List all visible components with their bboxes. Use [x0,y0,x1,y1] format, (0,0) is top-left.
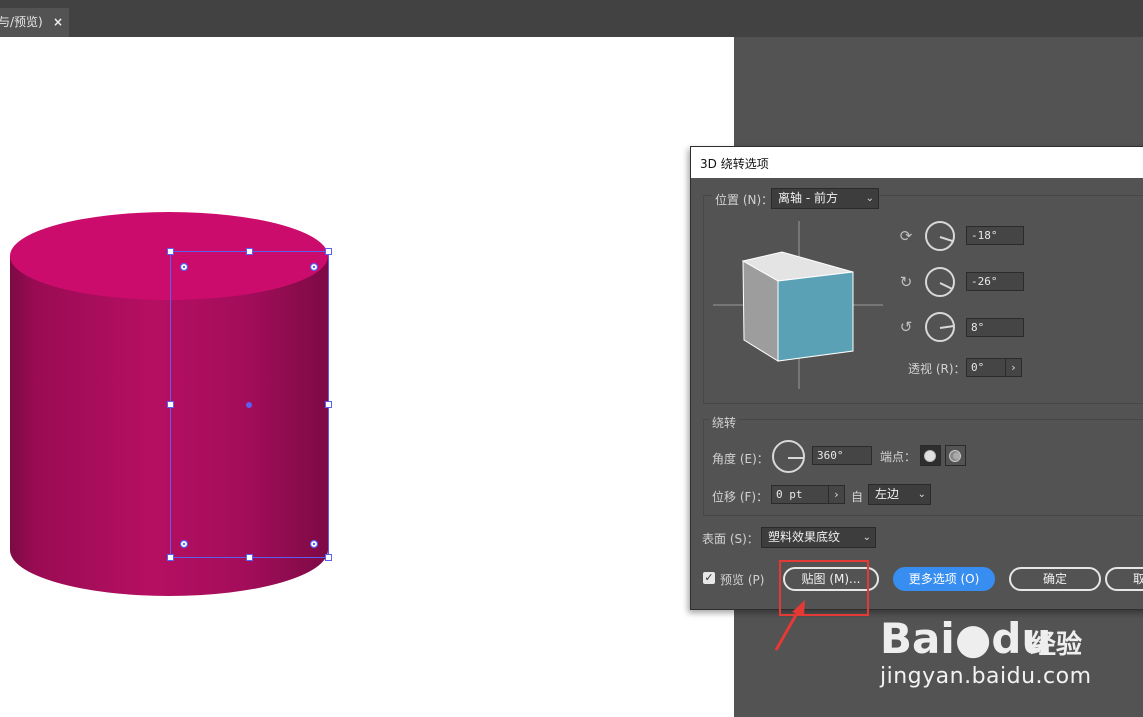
cylinder-artwork[interactable] [0,37,734,717]
document-tab-bar: 与/预览) × [0,8,1143,37]
angle-input[interactable]: 360° [812,446,872,465]
cap-label: 端点： [880,450,917,464]
position-label: 位置 (N)： [712,191,777,208]
watermark-product: 经验 [1030,630,1083,660]
rotate-y-dial[interactable] [925,267,955,297]
rotate-z-dial[interactable] [925,312,955,342]
3d-revolve-dialog: 3D 绕转选项 位置 (N)： 离轴 - 前方 ⌄ ⟳ -18° ↻ -26° … [690,146,1143,610]
rotate-z-icon: ↺ [899,318,913,336]
surface-dropdown[interactable]: 塑料效果底纹 ⌄ [761,527,876,548]
from-dropdown-value: 左边 [875,487,900,501]
orientation-cube-widget[interactable] [713,219,883,391]
preview-checkbox[interactable]: ✓ [703,572,715,584]
offset-label: 位移 (F)： [712,490,769,504]
angle-label: 角度 (E)： [712,452,769,466]
rotate-y-input[interactable]: -26° [966,272,1024,291]
surface-label: 表面 (S)： [702,532,759,546]
angle-dial[interactable] [772,440,805,473]
cube-front-face [777,271,854,362]
cap-on-button[interactable] [920,445,941,466]
chevron-down-icon: ⌄ [862,532,871,543]
perspective-input[interactable]: 0° [966,358,1006,377]
artboard-canvas[interactable] [0,37,734,717]
cap-off-button[interactable] [945,445,966,466]
chevron-down-icon: ⌄ [865,193,874,204]
perspective-label: 透视 (R)： [908,362,966,376]
dialog-title: 3D 绕转选项 [700,157,769,171]
watermark-url: jingyan.baidu.com [880,664,1092,689]
rotate-y-icon: ↻ [899,273,913,291]
document-tab[interactable]: 与/预览) × [0,8,69,37]
from-label: 自 [851,490,864,504]
cylinder-top [10,212,328,300]
offset-stepper-button[interactable]: › [828,485,845,504]
annotation-arrow-icon [774,600,805,651]
cancel-button[interactable]: 取 [1105,567,1143,591]
rotate-x-icon: ⟳ [899,227,913,245]
preview-label: 预览 (P) [720,573,765,587]
more-options-button[interactable]: 更多选项 (O) [893,567,995,591]
watermark-brand: Bai●du [880,614,1052,663]
dialog-title-bar[interactable]: 3D 绕转选项 [691,147,1143,178]
perspective-stepper-button[interactable]: › [1005,358,1022,377]
chevron-down-icon: ⌄ [917,489,926,500]
from-dropdown[interactable]: 左边 ⌄ [868,484,931,505]
position-dropdown[interactable]: 离轴 - 前方 ⌄ [771,188,879,209]
position-dropdown-value: 离轴 - 前方 [778,191,838,205]
revolve-section-label: 绕转 [709,414,740,431]
surface-dropdown-value: 塑料效果底纹 [768,530,841,544]
ok-button[interactable]: 确定 [1009,567,1101,591]
rotate-z-input[interactable]: 8° [966,318,1024,337]
offset-input[interactable]: 0 pt [771,485,829,504]
rotate-x-dial[interactable] [925,221,955,251]
cylinder-side [10,256,328,596]
document-tab-title: 与/预览) [0,15,43,29]
rotate-x-input[interactable]: -18° [966,226,1024,245]
close-icon[interactable]: × [53,8,63,37]
baidu-jingyan-watermark: Bai●du 经验 jingyan.baidu.com [880,592,1143,717]
